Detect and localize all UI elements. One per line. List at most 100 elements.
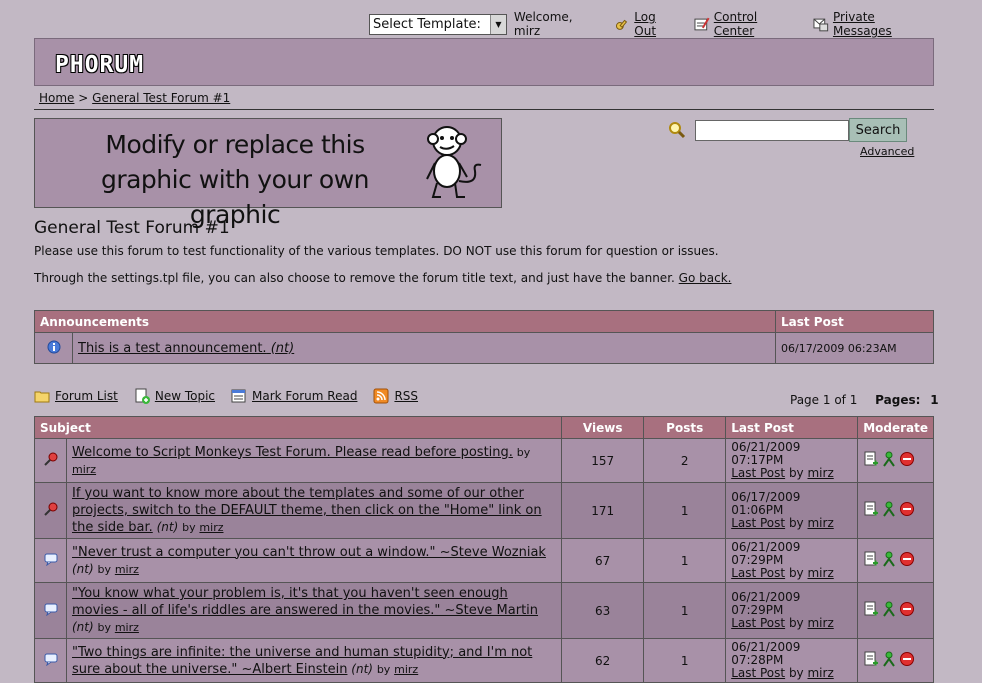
edit-topic-icon[interactable]: [863, 651, 879, 670]
topic-last-post-cell: 06/21/2009 07:29PM Last Post by mirz: [725, 538, 859, 583]
delete-topic-icon[interactable]: [899, 451, 915, 470]
topic-author-link[interactable]: mirz: [394, 663, 418, 676]
topic-views: 63: [561, 582, 645, 639]
topic-last-post-cell: 06/21/2009 07:17PM Last Post by mirz: [725, 438, 859, 483]
edit-topic-icon[interactable]: [863, 501, 879, 520]
last-post-link[interactable]: Last Post: [731, 516, 785, 530]
new-topic-link[interactable]: New Topic: [134, 388, 215, 404]
rss-label[interactable]: RSS: [394, 389, 418, 403]
topic-author-link[interactable]: mirz: [115, 563, 139, 576]
last-post-link[interactable]: Last Post: [731, 466, 785, 480]
topic-icon-cell: [34, 538, 67, 583]
topic-last-post-date: 06/21/2009 07:29PM: [731, 590, 801, 617]
new-topic-label[interactable]: New Topic: [155, 389, 215, 403]
move-topic-icon[interactable]: [881, 551, 897, 570]
pager: Page 1 of 1 Pages: 1: [790, 393, 939, 407]
breadcrumb: Home > General Test Forum #1: [39, 91, 230, 105]
logout-label[interactable]: Log Out: [634, 10, 680, 38]
topic-nt: (nt): [351, 661, 373, 676]
template-select[interactable]: Select Template: ▼: [369, 13, 507, 35]
mark-read-link[interactable]: Mark Forum Read: [231, 388, 357, 404]
forum-banner: Modify or replace this graphic with your…: [34, 118, 502, 229]
moderate-header: Moderate: [857, 416, 934, 439]
last-post-link[interactable]: Last Post: [731, 666, 785, 680]
move-topic-icon[interactable]: [881, 651, 897, 670]
private-messages-label[interactable]: Private Messages: [833, 10, 935, 38]
control-center-label[interactable]: Control Center: [714, 10, 800, 38]
search-icon: [669, 122, 686, 139]
pages-label: Pages:: [875, 393, 921, 407]
mark-read-label[interactable]: Mark Forum Read: [252, 389, 357, 403]
moderate-cell: [857, 482, 934, 539]
rss-icon: [373, 388, 389, 404]
topic-subject-link[interactable]: "Never trust a computer you can't throw …: [72, 545, 546, 560]
last-post-author-link[interactable]: mirz: [807, 616, 833, 630]
rss-link[interactable]: RSS: [373, 388, 418, 404]
search-button[interactable]: Search: [849, 118, 907, 142]
private-messages-link[interactable]: Private Messages: [813, 10, 935, 38]
topic-nt: (nt): [72, 561, 94, 576]
by-label: by: [788, 616, 804, 630]
user-bar: Select Template: ▼ Welcome, mirz Log Out…: [369, 10, 935, 38]
moderate-cell: [857, 582, 934, 639]
move-topic-icon[interactable]: [881, 451, 897, 470]
forum-list-label[interactable]: Forum List: [55, 389, 118, 403]
topic-subject-link[interactable]: "Two things are infinite: the universe a…: [72, 645, 532, 677]
moderate-cell: [857, 638, 934, 683]
move-topic-icon[interactable]: [881, 501, 897, 520]
forum-list-link[interactable]: Forum List: [34, 388, 118, 404]
search-input[interactable]: [695, 120, 849, 141]
delete-topic-icon[interactable]: [899, 551, 915, 570]
topic-posts: 1: [643, 582, 727, 639]
key-icon: [615, 19, 627, 30]
delete-topic-icon[interactable]: [899, 601, 915, 620]
topic-author-link[interactable]: mirz: [199, 521, 223, 534]
topic-subject-link[interactable]: If you want to know more about the templ…: [72, 486, 542, 535]
table-row: Welcome to Script Monkeys Test Forum. Pl…: [34, 438, 934, 483]
table-row: "Two things are infinite: the universe a…: [34, 638, 934, 683]
edit-topic-icon[interactable]: [863, 551, 879, 570]
announcement-subject[interactable]: This is a test announcement. (nt): [78, 341, 294, 356]
folder-icon: [34, 391, 50, 403]
speech-bubble-icon: [44, 603, 57, 617]
topic-subject-link[interactable]: Welcome to Script Monkeys Test Forum. Pl…: [72, 445, 513, 460]
last-post-author-link[interactable]: mirz: [807, 466, 833, 480]
last-post-author-link[interactable]: mirz: [807, 516, 833, 530]
last-post-link[interactable]: Last Post: [731, 566, 785, 580]
move-topic-icon[interactable]: [881, 601, 897, 620]
views-header: Views: [561, 416, 645, 439]
topic-last-post-cell: 06/17/2009 01:06PM Last Post by mirz: [725, 482, 859, 539]
moderate-cell: [857, 438, 934, 483]
breadcrumb-home[interactable]: Home: [39, 91, 74, 105]
last-post-link[interactable]: Last Post: [731, 616, 785, 630]
moderate-cell: [857, 538, 934, 583]
phorum-logo[interactable]: PHORUM: [55, 52, 144, 78]
topic-subject-link[interactable]: "You know what your problem is, it's tha…: [72, 586, 538, 618]
info-icon: [47, 340, 60, 353]
announcement-row: This is a test announcement. (nt) 06/17/…: [34, 332, 934, 364]
advanced-search-link[interactable]: Advanced: [860, 145, 914, 158]
topic-subject-cell: "You know what your problem is, it's tha…: [65, 582, 563, 639]
private-messages-icon: [813, 18, 829, 32]
edit-topic-icon[interactable]: [863, 451, 879, 470]
delete-topic-icon[interactable]: [899, 501, 915, 520]
announcement-last-post: 06/17/2009 06:23AM: [775, 332, 934, 364]
logout-link[interactable]: Log Out: [615, 10, 681, 38]
topic-last-post-date: 06/21/2009 07:17PM: [731, 440, 801, 467]
breadcrumb-forum[interactable]: General Test Forum #1: [92, 91, 230, 105]
chevron-down-icon[interactable]: ▼: [489, 14, 506, 34]
announcement-nt: (nt): [270, 340, 295, 356]
monkey-icon: [426, 126, 482, 198]
topic-author-link[interactable]: mirz: [115, 621, 139, 634]
topic-author-link[interactable]: mirz: [72, 463, 96, 476]
edit-topic-icon[interactable]: [863, 601, 879, 620]
topic-views: 62: [561, 638, 645, 683]
control-center-link[interactable]: Control Center: [694, 10, 799, 38]
banner-text: Modify or replace this graphic with your…: [55, 127, 415, 232]
message-list-table: Subject Views Posts Last Post Moderate W…: [33, 416, 934, 683]
last-post-author-link[interactable]: mirz: [807, 566, 833, 580]
last-post-author-link[interactable]: mirz: [807, 666, 833, 680]
go-back-link[interactable]: Go back.: [679, 271, 732, 285]
delete-topic-icon[interactable]: [899, 651, 915, 670]
topic-views: 157: [561, 438, 645, 483]
